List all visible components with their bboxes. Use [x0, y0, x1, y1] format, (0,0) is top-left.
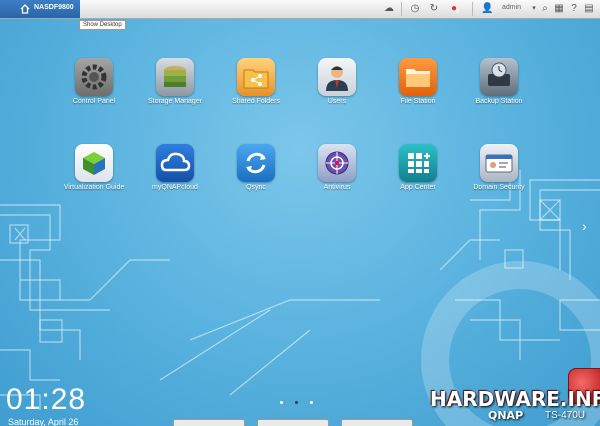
- app-label: Backup Station: [475, 98, 523, 105]
- app-qsync[interactable]: Qsync: [221, 144, 291, 191]
- clock-icon[interactable]: ◷: [409, 3, 421, 15]
- app-label: App Center: [400, 184, 436, 191]
- next-page-arrow[interactable]: ›: [582, 218, 587, 234]
- backup-icon: [480, 58, 518, 96]
- tooltip: Show Desktop: [79, 20, 126, 30]
- show-desktop-button[interactable]: NASDF9800: [0, 0, 80, 18]
- app-label: Domain Security: [473, 184, 525, 191]
- app-label: Control Panel: [72, 98, 116, 105]
- clock-time: 01:28: [6, 383, 87, 416]
- storage-icon: [156, 58, 194, 96]
- dashboard-icon[interactable]: ▤: [583, 3, 595, 15]
- app-label: File Station: [400, 98, 436, 105]
- app-myqnapcloud[interactable]: myQNAPcloud: [140, 144, 210, 191]
- gear-icon: [75, 58, 113, 96]
- resource-monitor-icon[interactable]: ▦: [553, 3, 565, 15]
- app-label: Antivirus: [323, 184, 351, 191]
- shield-icon: [318, 144, 356, 182]
- user-icon[interactable]: 👤: [481, 3, 493, 15]
- app-label: Users: [327, 98, 347, 105]
- app-label: myQNAPcloud: [152, 184, 198, 191]
- cloud-icon: [156, 144, 194, 182]
- cube-icon: [75, 144, 113, 182]
- search-icon[interactable]: ⌕: [539, 3, 551, 15]
- taskbar: [165, 419, 425, 426]
- watermark-vendor: QNAP: [488, 409, 524, 422]
- cloud-icon[interactable]: ☁: [383, 3, 395, 15]
- app-file-station[interactable]: File Station: [383, 58, 453, 105]
- notification-badge: 9: [456, 9, 459, 15]
- taskbar-item[interactable]: [341, 419, 413, 426]
- taskbar-item[interactable]: [173, 419, 245, 426]
- user-menu[interactable]: admin: [502, 4, 521, 11]
- folder-icon: [399, 58, 437, 96]
- app-label: Qsync: [246, 184, 266, 191]
- page-dot[interactable]: [280, 401, 283, 404]
- taskbar-item[interactable]: [257, 419, 329, 426]
- app-users[interactable]: Users: [302, 58, 372, 105]
- desktop: NASDF9800 ☁ ◷ ↻ ● 9 👤 admin ▾ ⌕ ▦ ? ▤ Sh…: [0, 0, 600, 426]
- page-dot[interactable]: [310, 401, 313, 404]
- nas-name: NASDF9800: [34, 4, 74, 11]
- top-bar: NASDF9800 ☁ ◷ ↻ ● 9 👤 admin ▾ ⌕ ▦ ? ▤: [0, 0, 600, 19]
- app-domain-security[interactable]: Domain Security: [464, 144, 534, 191]
- watermark-model: TS-470U: [545, 410, 586, 421]
- grid-icon: [399, 144, 437, 182]
- help-icon[interactable]: ?: [568, 3, 580, 15]
- app-app-center[interactable]: App Center: [383, 144, 453, 191]
- app-storage-manager[interactable]: Storage Manager: [140, 58, 210, 105]
- user-icon: [318, 58, 356, 96]
- watermark-brand: HARDWARE.INFO: [430, 387, 600, 411]
- sync-icon: [237, 144, 275, 182]
- app-shared-folders[interactable]: Shared Folders: [221, 58, 291, 105]
- divider: [472, 2, 473, 16]
- app-control-panel[interactable]: Control Panel: [59, 58, 129, 105]
- app-backup-station[interactable]: Backup Station: [464, 58, 534, 105]
- divider: [401, 2, 402, 16]
- shared-folder-icon: [237, 58, 275, 96]
- page-dot-active[interactable]: [295, 401, 298, 404]
- app-label: Shared Folders: [232, 98, 280, 105]
- app-label: Virtualization Guide: [63, 184, 125, 191]
- home-icon: [20, 4, 30, 14]
- app-label: Storage Manager: [147, 98, 203, 105]
- app-antivirus[interactable]: Antivirus: [302, 144, 372, 191]
- clock-date: Saturday, April 26: [8, 417, 79, 426]
- app-virtualization-guide[interactable]: Virtualization Guide: [59, 144, 129, 191]
- id-card-icon: [480, 144, 518, 182]
- background-tasks-icon[interactable]: ↻: [428, 3, 440, 15]
